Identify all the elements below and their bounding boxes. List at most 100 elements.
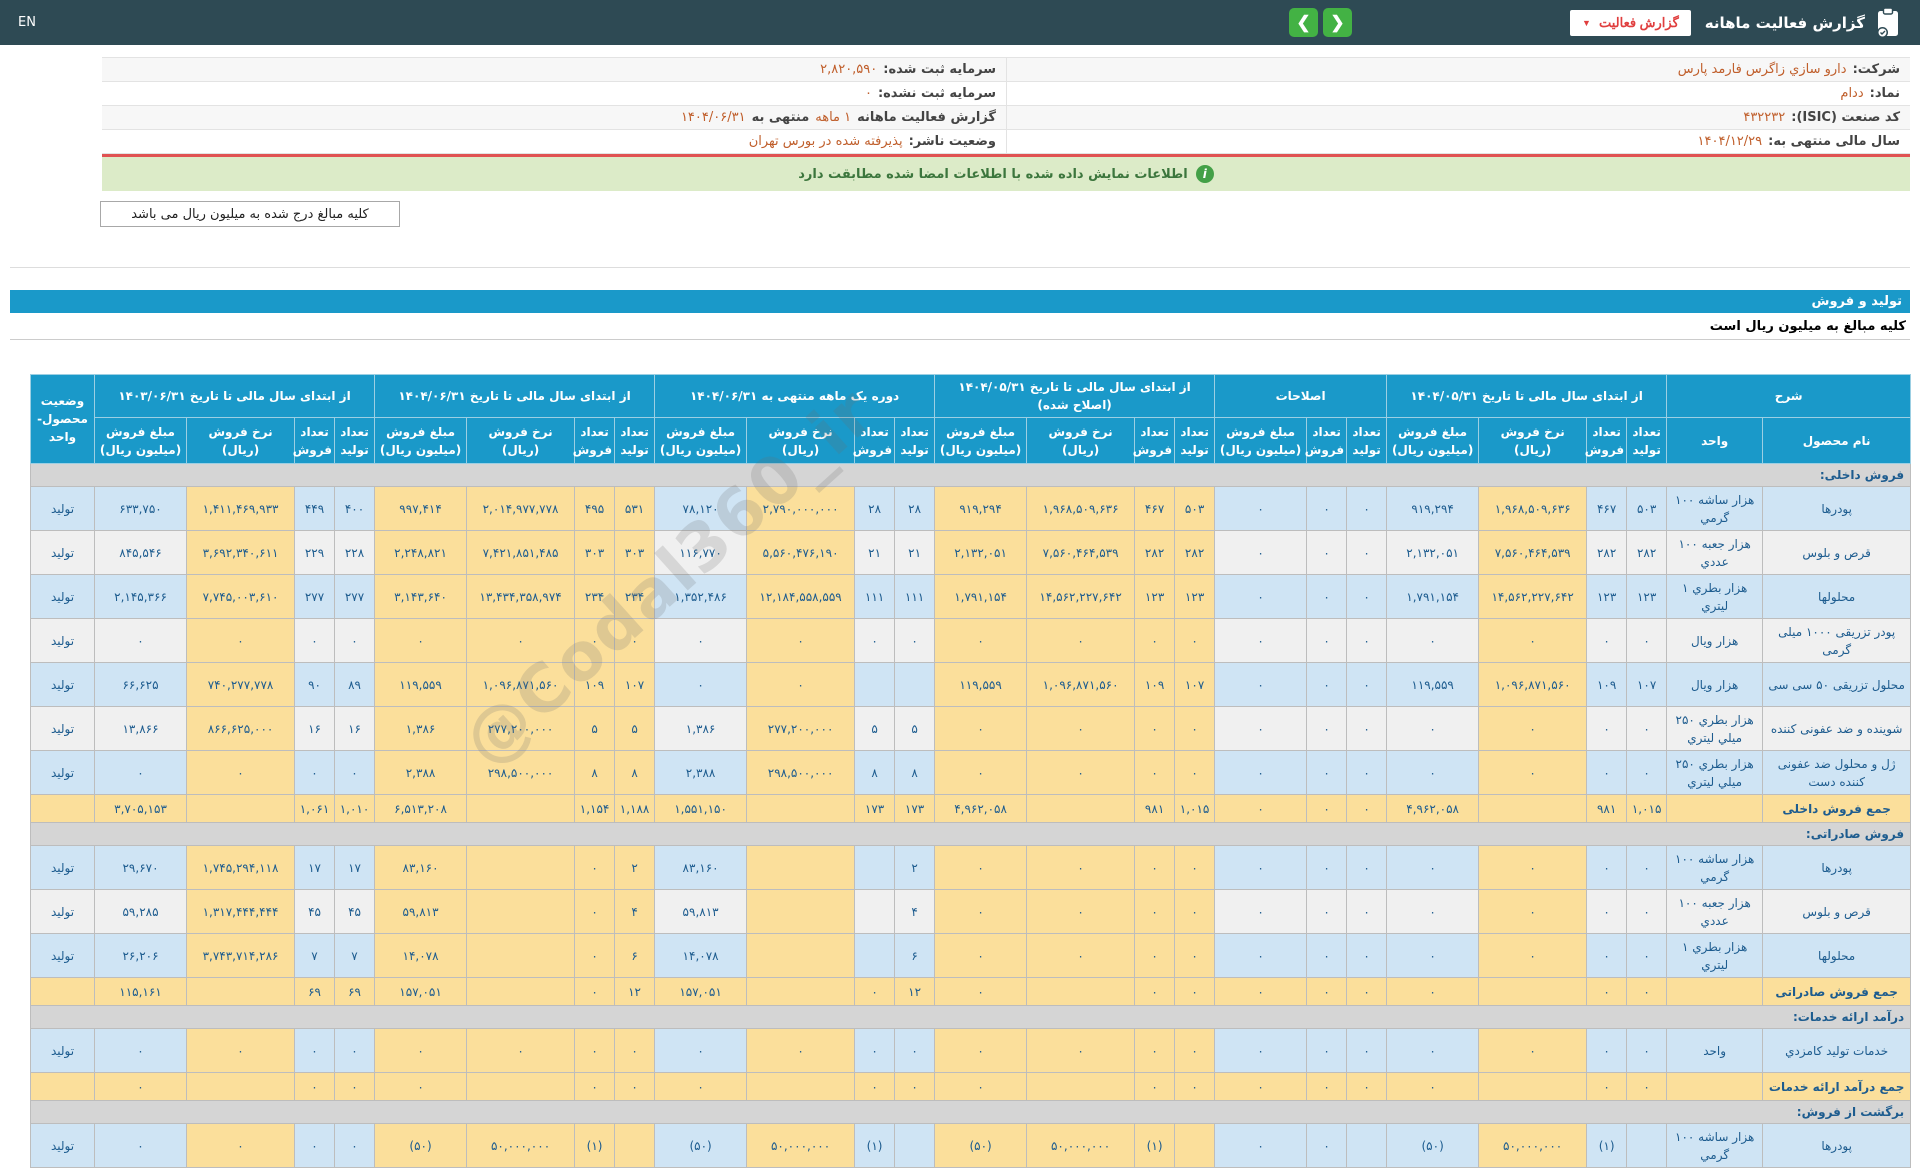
value-cell: ۵۳۱ — [614, 486, 656, 531]
value-cell: ۰ — [934, 933, 1028, 978]
amounts-unit-button[interactable]: کلیه مبالغ درج شده به میلیون ریال می باش… — [100, 201, 400, 227]
value-cell — [1346, 1123, 1388, 1168]
value-cell: ۰ — [1586, 889, 1628, 934]
value-cell: ۰ — [894, 1028, 936, 1073]
value-cell: ۰ — [1134, 750, 1176, 795]
next-report-button[interactable]: ❯ — [1323, 8, 1353, 37]
value-cell: ۰ — [1626, 933, 1668, 978]
column-header: تعداد فروش — [1305, 417, 1348, 464]
company-info-cell: گزارش فعالیت ماهانه ۱ ماهه منتهی به ۱۴۰۴/۰… — [102, 106, 1006, 130]
value-cell: ۰ — [1386, 1072, 1480, 1101]
value-cell: ۰ — [1134, 706, 1176, 751]
product-name-cell: قرص و بلوس — [1762, 889, 1912, 934]
value-cell: ۰ — [1478, 1028, 1588, 1073]
column-header: تعداد فروش — [573, 417, 616, 464]
value-cell: ۵۹,۲۸۵ — [93, 889, 188, 934]
value-cell: ۱۰۹ — [574, 662, 616, 707]
info-value: ۱ ماهه — [815, 110, 852, 125]
table-row: پودرها هزار ساشه ۱۰۰ گرمي ۰ ۰ ۰ ۰ ۰ ۰ ۰ ۰ ۰ ۰ ۰ ۲ ۸۳,۱… — [30, 845, 1912, 890]
value-cell: ۱۵۷,۰۵۱ — [374, 977, 468, 1006]
value-cell: ۰ — [1346, 794, 1388, 823]
section-label: درآمد ارائه خدمات: — [29, 1005, 1912, 1029]
value-cell: ۰ — [1134, 618, 1176, 663]
value-cell: ۰ — [1386, 618, 1480, 663]
value-cell: ۵ — [894, 706, 936, 751]
value-cell: ۱۷۳ — [894, 794, 936, 823]
value-cell — [854, 889, 896, 934]
value-cell: ۵۹,۸۱۳ — [654, 889, 748, 934]
value-cell: ۱,۰۹۶,۸۷۱,۵۶۰ — [1026, 662, 1136, 707]
section-label: برگشت از فروش: — [29, 1100, 1912, 1124]
company-info-cell: کد صنعت (ISIC): ۴۳۲۲۳۲ — [1006, 106, 1910, 130]
value-cell: ۱۲۳ — [1626, 574, 1668, 619]
product-name-cell: جمع درآمد ارائه خدمات — [1762, 1072, 1912, 1101]
report-nav-buttons: ❮ ❯ — [1289, 8, 1353, 37]
value-cell: ۰ — [334, 1123, 376, 1168]
value-cell: ۲۲۸ — [334, 530, 376, 575]
value-cell: ۴ — [614, 889, 656, 934]
value-cell: ۱,۳۸۶ — [654, 706, 748, 751]
value-cell: ۲,۱۴۵,۳۶۶ — [93, 574, 188, 619]
value-cell: ۰ — [1306, 486, 1348, 531]
value-cell: (۱) — [854, 1123, 896, 1168]
value-cell: ۰ — [186, 1028, 296, 1073]
value-cell: ۶ — [614, 933, 656, 978]
unit-cell: هزار جعبه ۱۰۰ عددي — [1666, 530, 1764, 575]
value-cell: ۰ — [334, 1072, 376, 1101]
info-value: ۱۴۰۴/۱۲/۲۹ — [1697, 134, 1763, 149]
language-toggle[interactable]: EN — [18, 15, 36, 30]
value-cell: ۰ — [466, 1028, 576, 1073]
value-cell: (۱) — [1586, 1123, 1628, 1168]
value-cell: (۵۰) — [374, 1123, 468, 1168]
value-cell: ۰ — [1346, 889, 1388, 934]
company-info-cell: شرکت: دارو سازي زاگرس فارمد پارس — [1006, 58, 1910, 82]
company-info-row: سال مالی منتهی به: ۱۴۰۴/۱۲/۲۹ وضعیت ناشر: پ… — [102, 130, 1910, 154]
value-cell: ۷۸,۱۲۰ — [654, 486, 748, 531]
report-type-dropdown[interactable]: گزارش فعالیت ▼ — [1570, 9, 1691, 36]
value-cell: ۱,۰۱۵ — [1174, 794, 1216, 823]
value-cell — [466, 933, 576, 978]
value-cell: ۱,۰۶۱ — [294, 794, 336, 823]
value-cell: ۶۹ — [294, 977, 336, 1006]
company-info-cell: نماد: ددام — [1006, 82, 1910, 106]
value-cell: ۰ — [1026, 889, 1136, 934]
company-info-cell: سال مالی منتهی به: ۱۴۰۴/۱۲/۲۹ — [1006, 130, 1910, 154]
value-cell: ۰ — [574, 889, 616, 934]
value-cell: ۵ — [574, 706, 616, 751]
value-cell: ۰ — [1134, 933, 1176, 978]
value-cell: ۰ — [1586, 706, 1628, 751]
column-group-header: از ابتدای سال مالی تا تاریخ ۱۴۰۴/۰۶/۳۱ — [374, 374, 656, 418]
value-cell: ۰ — [1346, 574, 1388, 619]
value-cell: ۲,۰۱۴,۹۷۷,۷۷۸ — [466, 486, 576, 531]
value-cell: ۷,۵۶۰,۴۶۴,۵۳۹ — [1478, 530, 1588, 575]
value-cell: ۵۰,۰۰۰,۰۰۰ — [466, 1123, 576, 1168]
value-cell: ۱,۴۱۱,۴۶۹,۹۳۳ — [186, 486, 296, 531]
value-cell: ۰ — [186, 1123, 296, 1168]
column-header: مبلغ فروش (میلیون ریال) — [374, 417, 468, 464]
value-cell: ۰ — [746, 618, 856, 663]
value-cell: ۰ — [934, 1028, 1028, 1073]
value-cell: ۰ — [374, 1028, 468, 1073]
value-cell: ۰ — [1478, 889, 1588, 934]
value-cell: ۱,۷۹۱,۱۵۴ — [934, 574, 1028, 619]
value-cell: ۱۲ — [894, 977, 936, 1006]
value-cell: ۶۶,۶۲۵ — [93, 662, 188, 707]
unit-cell: هزار ساشه ۱۰۰ گرمي — [1666, 1123, 1764, 1168]
value-cell — [854, 662, 896, 707]
value-cell: ۰ — [1214, 933, 1308, 978]
previous-report-button[interactable]: ❮ — [1289, 8, 1319, 37]
value-cell: ۰ — [1586, 933, 1628, 978]
value-cell — [746, 889, 856, 934]
value-cell: ۹۱۹,۲۹۴ — [1386, 486, 1480, 531]
value-cell: ۰ — [93, 1123, 188, 1168]
column-header: مبلغ فروش (میلیون ریال) — [934, 417, 1028, 464]
value-cell: (۱) — [574, 1123, 616, 1168]
product-name-cell: محلولها — [1762, 933, 1912, 978]
info-label: نماد: — [1869, 86, 1900, 101]
value-cell: ۲,۱۳۲,۰۵۱ — [934, 530, 1028, 575]
value-cell: ۰ — [1478, 706, 1588, 751]
column-header: تعداد تولید — [894, 417, 936, 464]
value-cell: ۰ — [934, 750, 1028, 795]
value-cell: ۲۱ — [894, 530, 936, 575]
value-cell: ۱۶ — [294, 706, 336, 751]
